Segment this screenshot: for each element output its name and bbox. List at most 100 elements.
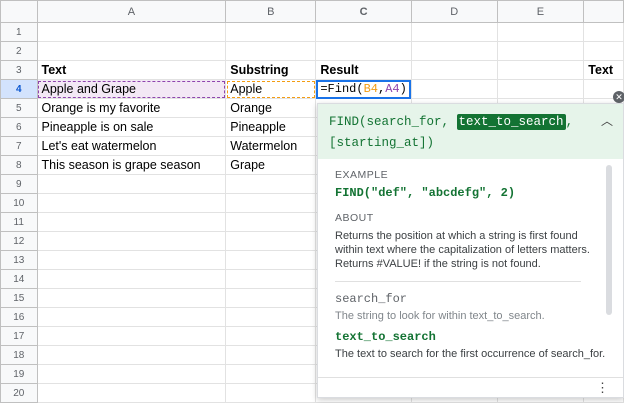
- cell-B2[interactable]: [225, 41, 317, 61]
- cell-B8[interactable]: Grape: [225, 155, 317, 175]
- cell-F2[interactable]: [583, 41, 624, 61]
- help-body: EXAMPLE FIND("def", "abcdefg", 2) ABOUT …: [323, 159, 618, 379]
- row-header[interactable]: 17: [0, 326, 38, 346]
- row-header[interactable]: 13: [0, 250, 38, 270]
- cell-B5[interactable]: Orange: [225, 98, 317, 118]
- cell-B18[interactable]: [225, 345, 317, 365]
- cell-A16[interactable]: [36, 307, 227, 327]
- row-header[interactable]: 9: [0, 174, 38, 194]
- formula-help-popup: FIND(search_for, text_to_search, [starti…: [317, 103, 624, 398]
- close-help-icon[interactable]: ✕: [613, 91, 624, 103]
- cell-A2[interactable]: [36, 41, 227, 61]
- cell-D2[interactable]: [410, 41, 498, 61]
- cell-D1[interactable]: [410, 22, 498, 42]
- cell-B16[interactable]: [225, 307, 317, 327]
- help-scrollbar[interactable]: [606, 165, 612, 315]
- column-header[interactable]: D: [410, 0, 498, 23]
- cell-A13[interactable]: [36, 250, 227, 270]
- cell-E1[interactable]: [496, 22, 585, 42]
- cell-A17[interactable]: [36, 326, 227, 346]
- cell-C1[interactable]: [315, 22, 412, 42]
- row-header[interactable]: 16: [0, 307, 38, 327]
- cell-A20[interactable]: [36, 383, 227, 403]
- row-header[interactable]: 15: [0, 288, 38, 308]
- cell-A4[interactable]: Apple and Grape: [36, 79, 227, 99]
- cell-B13[interactable]: [225, 250, 317, 270]
- cell-B6[interactable]: Pineapple: [225, 117, 317, 137]
- cell-A8[interactable]: This season is grape season: [36, 155, 227, 175]
- row-header[interactable]: 19: [0, 364, 38, 384]
- cell-B10[interactable]: [225, 193, 317, 213]
- column-header[interactable]: E: [496, 0, 585, 23]
- cell-B7[interactable]: Watermelon: [225, 136, 317, 156]
- cell-A9[interactable]: [36, 174, 227, 194]
- cell-F1[interactable]: [583, 22, 624, 42]
- help-footer: ⋮: [318, 377, 623, 397]
- active-argument: text_to_search: [456, 114, 566, 130]
- row-header[interactable]: 7: [0, 136, 38, 156]
- column-header[interactable]: [583, 0, 624, 23]
- cell-A1[interactable]: [36, 22, 227, 42]
- cell-C2[interactable]: [315, 41, 412, 61]
- row-header[interactable]: 18: [0, 345, 38, 365]
- row-header[interactable]: 8: [0, 155, 38, 175]
- about-label: ABOUT: [335, 212, 374, 224]
- cell-C3[interactable]: Result: [315, 60, 412, 80]
- cell-B11[interactable]: [225, 212, 317, 232]
- table-row: 2: [0, 41, 624, 61]
- cell-A12[interactable]: [36, 231, 227, 251]
- cell-E3[interactable]: [496, 60, 585, 80]
- cell-A18[interactable]: [36, 345, 227, 365]
- cell-B12[interactable]: [225, 231, 317, 251]
- cell-D3[interactable]: [410, 60, 498, 80]
- table-row: 4 Apple and Grape Apple =Find(B4,A4): [0, 79, 624, 99]
- signature-start: FIND(search_for,: [329, 115, 457, 129]
- cell-A7[interactable]: Let's eat watermelon: [36, 136, 227, 156]
- cell-A15[interactable]: [36, 288, 227, 308]
- row-header[interactable]: 20: [0, 383, 38, 403]
- row-header[interactable]: 11: [0, 212, 38, 232]
- signature-comma: ,: [565, 115, 574, 129]
- cell-E2[interactable]: [496, 41, 585, 61]
- cell-A11[interactable]: [36, 212, 227, 232]
- row-header[interactable]: 4: [0, 79, 38, 99]
- select-all[interactable]: [0, 0, 38, 23]
- row-header[interactable]: 1: [0, 22, 38, 42]
- cell-D4[interactable]: [410, 79, 498, 99]
- column-header[interactable]: A: [36, 0, 227, 23]
- column-header[interactable]: C: [315, 0, 412, 23]
- row-header[interactable]: 12: [0, 231, 38, 251]
- cell-B9[interactable]: [225, 174, 317, 194]
- cell-B14[interactable]: [225, 269, 317, 289]
- cell-B4[interactable]: Apple: [225, 79, 317, 99]
- column-header-row: ABCDE: [0, 0, 624, 23]
- cell-B19[interactable]: [225, 364, 317, 384]
- cell-A14[interactable]: [36, 269, 227, 289]
- row-header[interactable]: 14: [0, 269, 38, 289]
- cell-B17[interactable]: [225, 326, 317, 346]
- cell-A10[interactable]: [36, 193, 227, 213]
- param-search-for-desc: The string to look for within text_to_se…: [335, 310, 545, 322]
- cell-A19[interactable]: [36, 364, 227, 384]
- cell-A6[interactable]: Pineapple is on sale: [36, 117, 227, 137]
- cell-E4[interactable]: [496, 79, 585, 99]
- cell-A5[interactable]: Orange is my favorite: [36, 98, 227, 118]
- cell-B20[interactable]: [225, 383, 317, 403]
- row-header[interactable]: 3: [0, 60, 38, 80]
- more-options-icon[interactable]: ⋮: [596, 380, 609, 396]
- cell-F3[interactable]: Text: [583, 60, 624, 80]
- cell-A3[interactable]: Text: [36, 60, 227, 80]
- about-text: Returns the position at which a string i…: [335, 230, 590, 270]
- active-cell-formula[interactable]: =Find(B4,A4): [315, 79, 412, 99]
- table-row: 3 Text Substring Result Text: [0, 60, 624, 80]
- column-header[interactable]: B: [225, 0, 317, 23]
- row-header[interactable]: 6: [0, 117, 38, 137]
- row-header[interactable]: 5: [0, 98, 38, 118]
- row-header[interactable]: 10: [0, 193, 38, 213]
- collapse-chevron-icon[interactable]: ︿: [601, 112, 613, 133]
- cell-B3[interactable]: Substring: [225, 60, 317, 80]
- cell-B1[interactable]: [225, 22, 317, 42]
- row-header[interactable]: 2: [0, 41, 38, 61]
- cell-B15[interactable]: [225, 288, 317, 308]
- function-signature: FIND(search_for, text_to_search, [starti…: [318, 104, 623, 159]
